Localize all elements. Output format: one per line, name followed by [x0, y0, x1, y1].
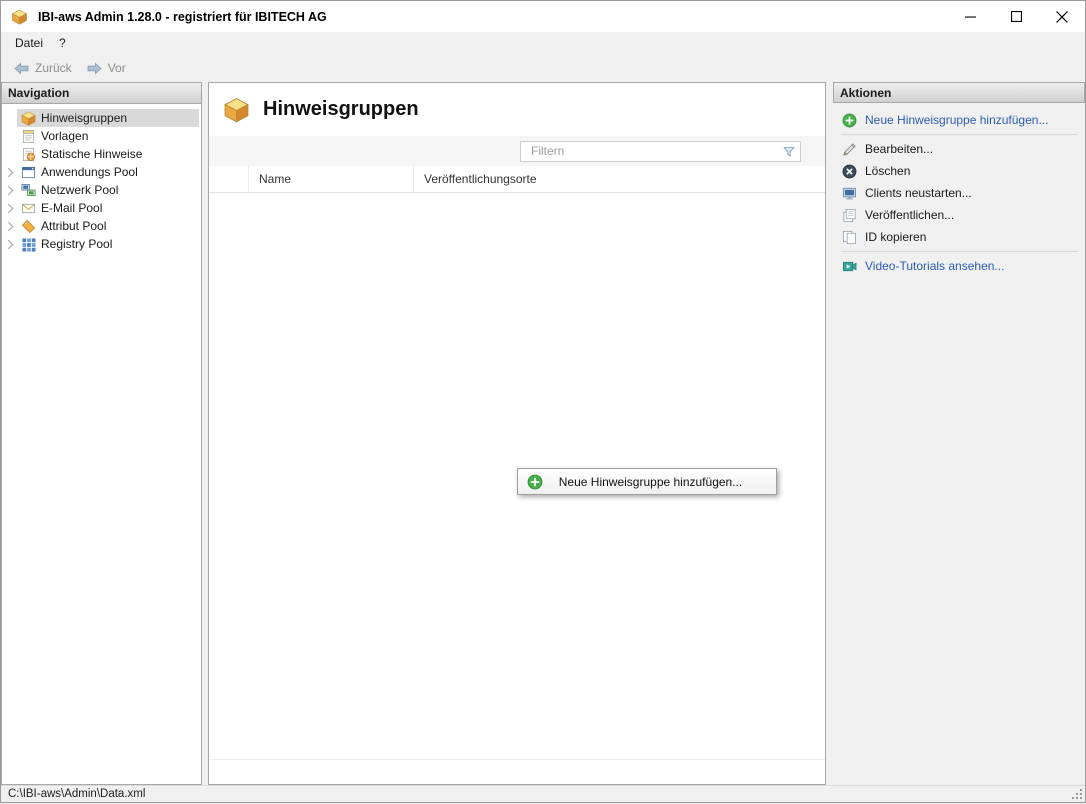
- status-bar: C:\IBI-aws\Admin\Data.xml: [1, 785, 1085, 802]
- chevron-right-icon[interactable]: [4, 239, 17, 250]
- sidebar-item-label: Netzwerk Pool: [41, 183, 118, 197]
- action-clients-neustarten[interactable]: Clients neustarten...: [840, 182, 1079, 204]
- action-label: Bearbeiten...: [865, 142, 933, 156]
- add-group-button-label: Neue Hinweisgruppe hinzufügen...: [543, 475, 776, 489]
- sidebar-item-netzwerk-pool[interactable]: Netzwerk Pool: [2, 181, 201, 199]
- app-icon: [11, 9, 28, 25]
- actions-separator: [841, 134, 1078, 135]
- pencil-icon: [842, 142, 857, 157]
- chevron-right-icon[interactable]: [4, 185, 17, 196]
- filter-band: [209, 136, 825, 166]
- box-icon: [223, 97, 250, 123]
- action-bearbeiten[interactable]: Bearbeiten...: [840, 138, 1079, 160]
- registry-icon: [21, 237, 36, 252]
- app-window: { "colors": { "link": "#2a5db0", "select…: [0, 0, 1086, 803]
- sidebar-item-email-pool[interactable]: E-Mail Pool: [2, 199, 201, 217]
- action-loeschen[interactable]: Löschen: [840, 160, 1079, 182]
- sidebar-item-label: Registry Pool: [41, 237, 112, 251]
- menu-item-datei[interactable]: Datei: [7, 32, 51, 54]
- email-icon: [21, 201, 36, 216]
- sidebar-item-hinweisgruppen[interactable]: Hinweisgruppen: [2, 109, 201, 127]
- action-id-kopieren[interactable]: ID kopieren: [840, 226, 1079, 248]
- forward-button[interactable]: Vor: [80, 58, 132, 78]
- navigation-header: Navigation: [2, 83, 201, 104]
- actions-list: Neue Hinweisgruppe hinzufügen... Bearbei…: [833, 103, 1085, 277]
- minimize-button[interactable]: [947, 1, 993, 32]
- monitor-icon: [842, 186, 857, 201]
- video-icon: [842, 259, 857, 274]
- sidebar-item-label: Attribut Pool: [41, 219, 106, 233]
- filter-funnel-icon[interactable]: [782, 145, 796, 159]
- filter-input[interactable]: [521, 142, 800, 161]
- action-label: ID kopieren: [865, 230, 926, 244]
- resize-grip-icon[interactable]: [1071, 788, 1084, 801]
- window-title: IBI-aws Admin 1.28.0 - registriert für I…: [38, 10, 327, 24]
- action-veroeffentlichen[interactable]: Veröffentlichen...: [840, 204, 1079, 226]
- status-path: C:\IBI-aws\Admin\Data.xml: [8, 788, 145, 800]
- menu-item-help[interactable]: ?: [51, 32, 74, 54]
- maximize-icon: [1011, 11, 1022, 22]
- main-header: Hinweisgruppen: [209, 83, 825, 136]
- sidebar-item-label: Hinweisgruppen: [41, 111, 127, 125]
- chevron-right-icon[interactable]: [4, 167, 17, 178]
- sidebar-item-label: Vorlagen: [41, 129, 88, 143]
- title-bar: IBI-aws Admin 1.28.0 - registriert für I…: [1, 1, 1085, 32]
- publish-icon: [842, 208, 857, 223]
- box-icon: [21, 111, 36, 126]
- sidebar-item-attribut-pool[interactable]: Attribut Pool: [2, 217, 201, 235]
- minimize-icon: [965, 11, 976, 22]
- actions-separator: [841, 251, 1078, 252]
- forward-button-label: Vor: [108, 61, 126, 75]
- close-button[interactable]: [1039, 1, 1085, 32]
- maximize-button[interactable]: [993, 1, 1039, 32]
- toolbar: Zurück Vor: [1, 54, 1085, 82]
- sidebar-item-label: Statische Hinweise: [41, 147, 142, 161]
- window-controls: [947, 1, 1085, 32]
- close-icon: [1056, 11, 1068, 23]
- sidebar-item-registry-pool[interactable]: Registry Pool: [2, 235, 201, 253]
- chevron-right-icon[interactable]: [4, 203, 17, 214]
- copy-icon: [842, 230, 857, 245]
- application-icon: [21, 165, 36, 180]
- delete-icon: [842, 164, 857, 179]
- main-panel: Hinweisgruppen Name Veröffentlichungsort…: [208, 82, 826, 785]
- sidebar-item-statische-hinweise[interactable]: Statische Hinweise: [2, 145, 201, 163]
- add-group-button[interactable]: Neue Hinweisgruppe hinzufügen...: [517, 468, 777, 495]
- page-title: Hinweisgruppen: [263, 98, 419, 121]
- back-button-label: Zurück: [35, 61, 72, 75]
- actions-panel: Aktionen Neue Hinweisgruppe hinzufügen..…: [833, 82, 1085, 785]
- actions-header: Aktionen: [833, 82, 1085, 103]
- menu-bar: Datei ?: [1, 32, 1085, 54]
- back-button[interactable]: Zurück: [7, 58, 78, 78]
- forward-arrow-icon: [86, 62, 103, 75]
- navigation-tree: Hinweisgruppen Vorlagen Statische Hinwei…: [2, 104, 201, 253]
- action-label: Video-Tutorials ansehen...: [865, 259, 1004, 273]
- back-arrow-icon: [13, 62, 30, 75]
- column-header-spacer[interactable]: [209, 166, 249, 192]
- action-video-tutorials[interactable]: Video-Tutorials ansehen...: [840, 255, 1079, 277]
- network-icon: [21, 183, 36, 198]
- action-label: Clients neustarten...: [865, 186, 972, 200]
- sidebar-item-anwendungs-pool[interactable]: Anwendungs Pool: [2, 163, 201, 181]
- attribute-icon: [21, 219, 36, 234]
- sidebar-item-vorlagen[interactable]: Vorlagen: [2, 127, 201, 145]
- chevron-right-icon[interactable]: [4, 221, 17, 232]
- add-icon: [527, 474, 543, 490]
- template-icon: [21, 129, 36, 144]
- navigation-panel: Navigation Hinweisgruppen Vorlagen Stati…: [1, 82, 202, 785]
- table-header: Name Veröffentlichungsorte: [209, 166, 825, 193]
- filter-box: [520, 141, 801, 162]
- sidebar-item-label: E-Mail Pool: [41, 201, 102, 215]
- static-note-icon: [21, 147, 36, 162]
- action-label: Neue Hinweisgruppe hinzufügen...: [865, 113, 1048, 127]
- add-icon: [842, 113, 857, 128]
- action-neue-hinweisgruppe[interactable]: Neue Hinweisgruppe hinzufügen...: [840, 109, 1079, 131]
- column-header-veroeffentlichungsorte[interactable]: Veröffentlichungsorte: [414, 166, 825, 192]
- action-label: Löschen: [865, 164, 910, 178]
- sidebar-item-label: Anwendungs Pool: [41, 165, 138, 179]
- column-header-name[interactable]: Name: [249, 166, 414, 192]
- action-label: Veröffentlichen...: [865, 208, 954, 222]
